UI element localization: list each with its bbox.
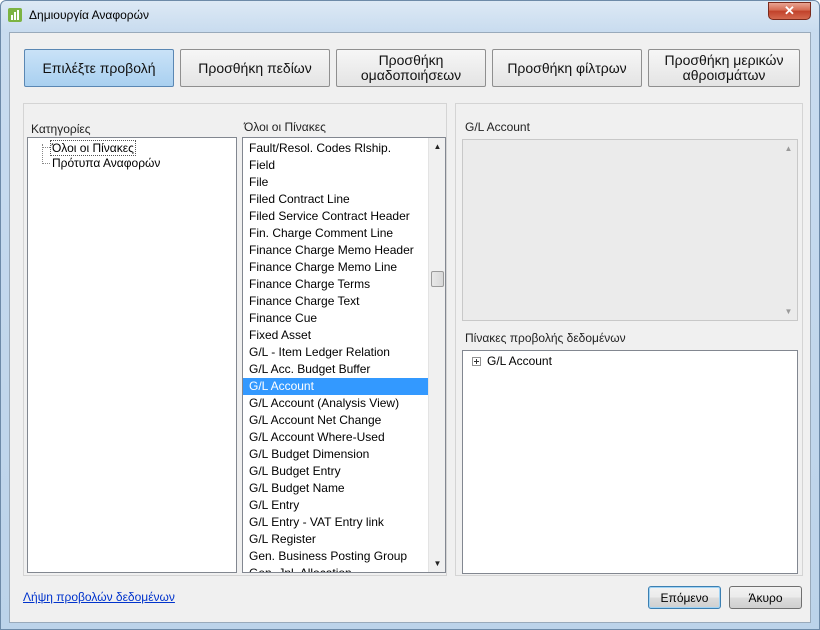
table-preview-box: ▲ ▼ xyxy=(462,139,798,321)
table-list-item[interactable]: G/L Account Where-Used xyxy=(243,429,429,446)
table-list-item[interactable]: G/L Account Net Change xyxy=(243,412,429,429)
table-list-item[interactable]: Finance Charge Memo Line xyxy=(243,259,429,276)
table-list-item[interactable]: G/L Acc. Budget Buffer xyxy=(243,361,429,378)
table-list-item[interactable]: Filed Service Contract Header xyxy=(243,208,429,225)
close-button[interactable]: ✕ xyxy=(768,2,811,20)
table-list-item[interactable]: G/L Entry xyxy=(243,497,429,514)
table-list-item[interactable]: Finance Charge Memo Header xyxy=(243,242,429,259)
category-report-templates[interactable]: Πρότυπα Αναφορών xyxy=(52,156,160,170)
data-views-label: Πίνακες προβολής δεδομένων xyxy=(465,331,626,345)
tables-label: Όλοι οι Πίνακες xyxy=(244,120,326,134)
categories-label: Κατηγορίες xyxy=(31,122,91,136)
table-list-item[interactable]: Gen. Business Posting Group xyxy=(243,548,429,565)
step-select-view[interactable]: Επιλέξτε προβολή xyxy=(24,49,174,87)
scroll-up-icon[interactable]: ▲ xyxy=(429,138,445,155)
step-add-subtotals[interactable]: Προσθήκη μερικών αθροισμάτων xyxy=(648,49,800,87)
table-list-item[interactable]: G/L Budget Name xyxy=(243,480,429,497)
scroll-thumb[interactable] xyxy=(431,271,444,287)
title-bar[interactable]: Δημιουργία Αναφορών ✕ xyxy=(1,1,819,29)
step-add-filters[interactable]: Προσθήκη φίλτρων xyxy=(492,49,642,87)
window-title: Δημιουργία Αναφορών xyxy=(29,8,149,22)
table-list-item[interactable]: Fin. Charge Comment Line xyxy=(243,225,429,242)
cancel-button[interactable]: Άκυρο xyxy=(729,586,802,609)
table-list-item[interactable]: Filed Contract Line xyxy=(243,191,429,208)
tables-list[interactable]: Fault/Resol. Codes Rlship. Field File Filed… xyxy=(242,137,446,573)
close-icon: ✕ xyxy=(784,3,795,18)
table-list-item[interactable]: G/L Budget Entry xyxy=(243,463,429,480)
tree-connector xyxy=(42,147,50,148)
report-app-icon xyxy=(8,8,22,22)
next-button[interactable]: Επόμενο xyxy=(648,586,721,609)
table-list-item[interactable]: G/L - Item Ledger Relation xyxy=(243,344,429,361)
table-list-item[interactable]: G/L Budget Dimension xyxy=(243,446,429,463)
table-list-item[interactable]: G/L Account (Analysis View) xyxy=(243,395,429,412)
step-add-groupings[interactable]: Προσθήκη ομαδοποιήσεων xyxy=(336,49,486,87)
scroll-down-icon: ▼ xyxy=(784,307,793,316)
tables-scrollbar[interactable]: ▲ ▼ xyxy=(428,138,445,572)
table-list-item[interactable]: G/L Account xyxy=(243,378,429,395)
selected-table-title: G/L Account xyxy=(465,120,530,134)
table-list-item[interactable]: File xyxy=(243,174,429,191)
table-list-item[interactable]: Gen. Jnl. Allocation xyxy=(243,565,429,572)
category-all-tables[interactable]: Όλοι οι Πίνακες xyxy=(50,140,136,156)
expand-plus-icon[interactable] xyxy=(472,357,481,366)
data-view-item[interactable]: G/L Account xyxy=(487,354,552,368)
scroll-down-icon[interactable]: ▼ xyxy=(429,555,445,572)
table-list-item[interactable]: Field xyxy=(243,157,429,174)
table-list-item[interactable]: Fault/Resol. Codes Rlship. xyxy=(243,140,429,157)
step-add-fields[interactable]: Προσθήκη πεδίων xyxy=(180,49,330,87)
get-data-views-link[interactable]: Λήψη προβολών δεδομένων xyxy=(23,590,175,604)
dialog-client-area: Επιλέξτε προβολή Προσθήκη πεδίων Προσθήκ… xyxy=(9,32,811,623)
table-list-item[interactable]: G/L Entry - VAT Entry link xyxy=(243,514,429,531)
table-list-item[interactable]: Finance Cue xyxy=(243,310,429,327)
preview-scrollbar: ▲ ▼ xyxy=(780,140,797,320)
scroll-up-icon: ▲ xyxy=(784,144,793,153)
table-list-item[interactable]: G/L Register xyxy=(243,531,429,548)
table-list-item[interactable]: Fixed Asset xyxy=(243,327,429,344)
tree-connector xyxy=(42,163,50,164)
data-views-tree[interactable]: G/L Account xyxy=(462,350,798,574)
table-list-item[interactable]: Finance Charge Text xyxy=(243,293,429,310)
categories-tree[interactable]: Όλοι οι Πίνακες Πρότυπα Αναφορών xyxy=(27,137,237,573)
table-list-item[interactable]: Finance Charge Terms xyxy=(243,276,429,293)
report-builder-window: Δημιουργία Αναφορών ✕ Επιλέξτε προβολή Π… xyxy=(0,0,820,630)
